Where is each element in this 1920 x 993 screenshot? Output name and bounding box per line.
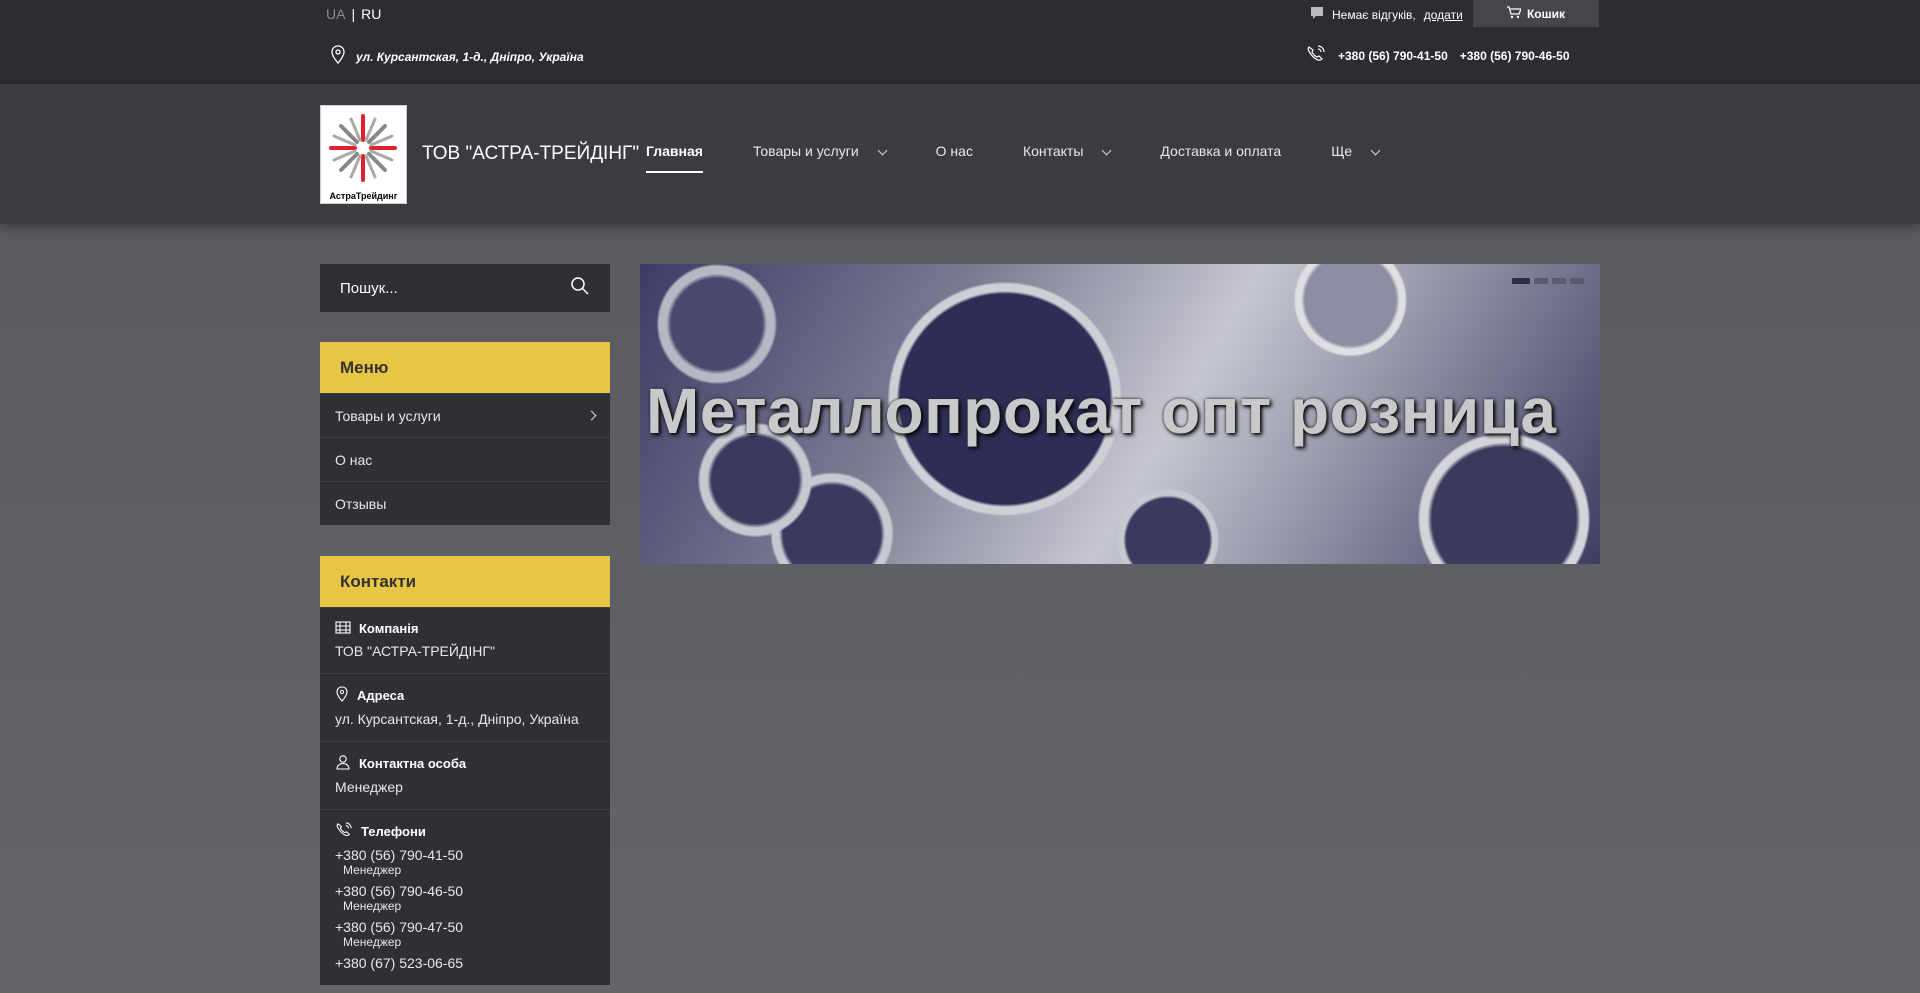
nav-label: Ще <box>1331 143 1353 159</box>
slider-dot[interactable] <box>1570 278 1584 284</box>
chevron-down-icon <box>1370 145 1381 156</box>
phone-icon <box>1306 45 1326 66</box>
contacts-panel-title: Контакти <box>320 556 610 607</box>
top-bar <box>0 0 1920 84</box>
nav-item-products[interactable]: Товары и услуги <box>752 143 888 173</box>
nav-label: Доставка и оплата <box>1160 143 1282 159</box>
contact-phones: Телефони +380 (56) 790-41-50 Менеджер +3… <box>320 809 610 985</box>
phone-note: Менеджер <box>343 863 402 877</box>
user-icon <box>335 754 351 773</box>
phone-entry: +380 (56) 790-46-50 Менеджер <box>335 883 595 913</box>
top-phone-2[interactable]: +380 (56) 790-46-50 <box>1460 49 1570 63</box>
contact-person-value: Менеджер <box>335 779 403 795</box>
phone-entry: +380 (56) 790-41-50 Менеджер <box>335 847 595 877</box>
phone-entry: +380 (67) 523-06-65 <box>335 955 595 971</box>
phone-number[interactable]: +380 (56) 790-41-50 <box>335 847 595 863</box>
menu-item-label: О нас <box>335 451 373 468</box>
cart-button[interactable]: Кошик <box>1473 0 1599 27</box>
nav-item-about[interactable]: О нас <box>936 143 973 173</box>
slider-dot[interactable] <box>1534 278 1548 284</box>
slider-caption: Металлопрокат опт розница <box>646 375 1557 447</box>
nav-label: О нас <box>935 143 973 159</box>
menu-panel-title: Меню <box>320 342 610 393</box>
location-pin-icon <box>330 45 346 68</box>
top-address-text: ул. Курсантская, 1-д., Дніпро, Україна <box>356 49 584 64</box>
phone-number[interactable]: +380 (67) 523-06-65 <box>335 955 595 971</box>
company-logo[interactable]: АстраТрейдинг <box>320 105 407 204</box>
lang-ua-link[interactable]: UA <box>326 6 345 22</box>
nav-item-more[interactable]: Ще <box>1331 143 1381 173</box>
reviews-text: Немає відгуків, <box>1332 7 1416 22</box>
comment-icon <box>1310 6 1324 23</box>
menu-panel: Меню Товары и услуги О нас Отзывы <box>320 342 610 525</box>
top-phones: +380 (56) 790-41-50 +380 (56) 790-46-50 <box>1306 45 1570 66</box>
nav-label: Главная <box>646 143 703 159</box>
nav-label: Контакты <box>1022 143 1084 159</box>
menu-item-label: Отзывы <box>335 495 387 512</box>
location-pin-icon <box>335 686 349 705</box>
menu-item-about[interactable]: О нас <box>320 437 610 481</box>
search-box <box>320 264 610 312</box>
menu-item-label: Товары и услуги <box>335 407 441 424</box>
contact-address-label: Адреса <box>357 688 405 703</box>
lang-separator: | <box>351 6 356 22</box>
nav-item-contacts[interactable]: Контакты <box>1022 143 1112 173</box>
menu-item-products[interactable]: Товары и услуги <box>320 393 610 437</box>
contact-company-label: Компанія <box>359 621 419 636</box>
contact-person-label: Контактна особа <box>359 756 467 771</box>
phone-icon <box>335 822 353 841</box>
phone-note: Менеджер <box>343 935 402 949</box>
cart-icon <box>1506 5 1522 22</box>
phone-number[interactable]: +380 (56) 790-47-50 <box>335 919 595 935</box>
top-address: ул. Курсантская, 1-д., Дніпро, Україна <box>330 45 584 68</box>
cart-label: Кошик <box>1526 6 1566 21</box>
phone-entry: +380 (56) 790-47-50 Менеджер <box>335 919 595 949</box>
slider-dot[interactable] <box>1512 278 1530 284</box>
top-phone-1[interactable]: +380 (56) 790-41-50 <box>1338 49 1448 63</box>
phone-number[interactable]: +380 (56) 790-46-50 <box>335 883 595 899</box>
contact-address-value: ул. Курсантская, 1-д., Дніпро, Україна <box>335 711 579 727</box>
contact-company: Компанія ТОВ "АСТРА-ТРЕЙДІНГ" <box>320 607 610 673</box>
contact-phones-label: Телефони <box>361 824 426 839</box>
chevron-right-icon <box>586 410 597 421</box>
add-review-link[interactable]: додати <box>1424 8 1463 22</box>
chevron-down-icon <box>1101 145 1112 156</box>
contacts-panel: Контакти Компанія ТОВ "АСТРА-ТРЕЙДІНГ" А… <box>320 556 610 985</box>
language-switcher: UA | RU <box>326 6 381 22</box>
menu-item-reviews[interactable]: Отзывы <box>320 481 610 525</box>
nav-item-delivery[interactable]: Доставка и оплата <box>1160 143 1281 173</box>
slider-dots <box>1512 278 1584 284</box>
nav-label: Товары и услуги <box>752 143 859 159</box>
reviews-info: Немає відгуків, додати <box>1310 6 1463 23</box>
contact-company-value: ТОВ "АСТРА-ТРЕЙДІНГ" <box>335 643 495 659</box>
building-icon <box>335 620 351 637</box>
nav-item-home[interactable]: Главная <box>646 143 703 173</box>
contact-person: Контактна особа Менеджер <box>320 741 610 809</box>
contact-address: Адреса ул. Курсантская, 1-д., Дніпро, Ук… <box>320 673 610 741</box>
company-name[interactable]: ТОВ "АСТРА-ТРЕЙДІНГ" <box>422 143 639 165</box>
hero-slider[interactable]: Металлопрокат опт розница <box>640 264 1600 564</box>
slider-dot[interactable] <box>1552 278 1566 284</box>
chevron-down-icon <box>877 145 888 156</box>
search-icon[interactable] <box>570 276 590 301</box>
phone-note: Менеджер <box>343 899 402 913</box>
search-input[interactable] <box>340 279 540 297</box>
lang-ru-link[interactable]: RU <box>361 6 381 22</box>
main-nav: Главная Товары и услуги О нас Контакты Д… <box>646 143 1429 173</box>
logo-text: АстраТрейдинг <box>329 191 398 201</box>
